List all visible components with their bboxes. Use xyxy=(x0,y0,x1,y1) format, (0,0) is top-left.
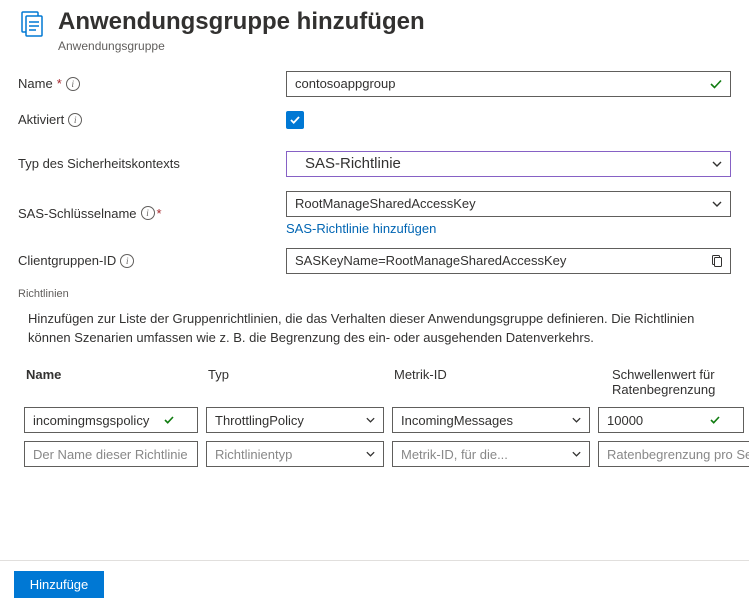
col-threshold: Schwellenwert für Ratenbegrenzung xyxy=(612,367,723,397)
name-input[interactable]: contosoappgroup xyxy=(286,71,731,97)
policy-metric-select[interactable]: Metrik-ID, für die... xyxy=(392,441,590,467)
client-group-id-label: Clientgruppen-ID i xyxy=(18,253,286,268)
page-subtitle: Anwendungsgruppe xyxy=(58,39,731,53)
policy-threshold-input[interactable]: 10000 xyxy=(598,407,744,433)
sas-keyname-select[interactable]: RootManageSharedAccessKey xyxy=(286,191,731,217)
policy-type-select[interactable]: ThrottlingPolicy xyxy=(206,407,384,433)
check-icon xyxy=(709,414,721,426)
client-group-id-field[interactable]: SASKeyName=RootManageSharedAccessKey xyxy=(286,248,731,274)
name-label: Name * i xyxy=(18,76,286,91)
policies-grid: Name Typ Metrik-ID Schwellenwert für Rat… xyxy=(24,363,725,467)
policy-type-select[interactable]: Richtlinientyp xyxy=(206,441,384,467)
info-icon[interactable]: i xyxy=(68,113,82,127)
policy-threshold-input[interactable]: Ratenbegrenzung pro Sekunde xyxy=(598,441,749,467)
col-type: Typ xyxy=(208,367,386,397)
col-name: Name xyxy=(26,367,200,397)
sas-keyname-label: SAS-Schlüsselname i * xyxy=(18,206,286,221)
policy-metric-select[interactable]: IncomingMessages xyxy=(392,407,590,433)
policies-section-label: Richtlinien xyxy=(18,288,731,300)
policy-name-input[interactable]: Der Name dieser Richtlinie xyxy=(24,441,198,467)
add-sas-policy-link[interactable]: SAS-Richtlinie hinzufügen xyxy=(286,221,436,236)
security-type-select[interactable]: SAS-Richtlinie xyxy=(286,151,731,177)
security-type-label: Typ des Sicherheitskontexts xyxy=(18,156,286,171)
check-icon xyxy=(709,77,723,91)
chevron-down-icon xyxy=(571,415,582,426)
panel-header: Anwendungsgruppe hinzufügen Anwendungsgr… xyxy=(18,8,731,53)
chevron-down-icon xyxy=(711,198,723,210)
policy-row: incomingmsgspolicy ThrottlingPolicy Inco… xyxy=(24,407,725,433)
chevron-down-icon xyxy=(365,415,376,426)
chevron-down-icon xyxy=(711,158,723,170)
check-icon xyxy=(163,414,175,426)
col-metric: Metrik-ID xyxy=(394,367,604,397)
chevron-down-icon xyxy=(571,449,582,460)
document-icon xyxy=(18,10,46,38)
policy-row-empty: Der Name dieser Richtlinie Richtlinienty… xyxy=(24,441,725,467)
activated-label: Aktiviert i xyxy=(18,112,286,127)
chevron-down-icon xyxy=(365,449,376,460)
info-icon[interactable]: i xyxy=(141,206,155,220)
policies-description: Hinzufügen zur Liste der Gruppenrichtlin… xyxy=(28,310,721,348)
info-icon[interactable]: i xyxy=(120,254,134,268)
submit-button[interactable]: Hinzufüge xyxy=(14,571,104,598)
activated-checkbox[interactable] xyxy=(286,111,304,129)
info-icon[interactable]: i xyxy=(66,77,80,91)
page-title: Anwendungsgruppe hinzufügen xyxy=(58,8,731,37)
copy-icon[interactable] xyxy=(710,254,724,268)
policy-name-input[interactable]: incomingmsgspolicy xyxy=(24,407,198,433)
footer: Hinzufüge xyxy=(0,560,749,604)
